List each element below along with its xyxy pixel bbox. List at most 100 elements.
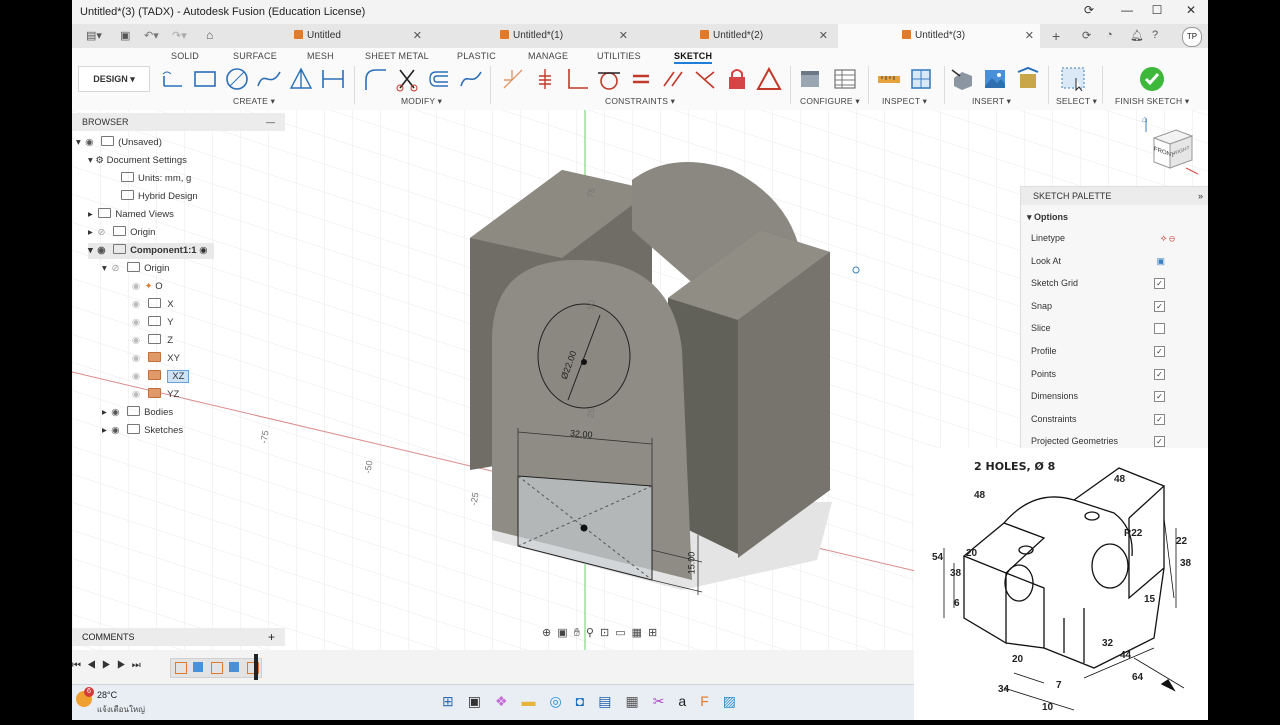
table-icon[interactable] [832, 66, 858, 92]
tree-units[interactable]: Units: mm, g [118, 171, 191, 187]
snipping-tool-icon[interactable]: ✂ [653, 693, 679, 709]
tree-document-settings[interactable]: ▾ ⚙ Document Settings [88, 153, 187, 169]
close-tab-icon[interactable]: ✕ [413, 24, 422, 48]
palette-row-snap[interactable]: Snap ✓ [1031, 295, 1201, 317]
eye-icon[interactable]: ◉ [130, 351, 142, 367]
inspect-group-label[interactable]: INSPECT ▾ [882, 96, 927, 107]
eye-icon[interactable]: ◉ [95, 243, 107, 259]
eye-icon[interactable]: ◉ [83, 135, 95, 151]
new-tab-icon[interactable]: + [1052, 28, 1060, 44]
close-tab-icon[interactable]: ✕ [819, 24, 828, 48]
eye-hidden-icon[interactable]: ⊘ [95, 225, 107, 241]
tree-z-axis[interactable]: ◉ Z [130, 333, 173, 349]
checkbox[interactable]: ✓ [1154, 436, 1165, 448]
eye-icon[interactable]: ◉ [130, 387, 142, 403]
eye-icon[interactable]: ◉ [130, 369, 142, 385]
tree-sketches[interactable]: ▸ ◉ Sketches [102, 423, 183, 439]
look-at-icon[interactable]: ▣ [557, 627, 573, 639]
expand-arrow-icon[interactable]: ▸ [102, 407, 107, 418]
fix-lock-icon[interactable] [724, 66, 750, 92]
checkbox[interactable]: ✓ [1154, 300, 1165, 312]
tab-manage[interactable]: MANAGE [528, 51, 568, 61]
store-icon[interactable]: ▤ [598, 693, 625, 709]
select-group-label[interactable]: SELECT ▾ [1056, 96, 1097, 107]
palette-row-slice[interactable]: Slice [1031, 317, 1201, 339]
select-window-icon[interactable] [1060, 66, 1086, 92]
calculator-icon[interactable]: ▦ [625, 693, 652, 709]
tree-xy-plane[interactable]: ◉ XY [130, 351, 180, 367]
timeline-extrude-icon[interactable] [193, 662, 203, 672]
eye-icon[interactable]: ◉ [130, 279, 142, 295]
save-icon[interactable]: ▣ [120, 29, 130, 42]
tree-component[interactable]: ▾ ◉ Component1:1 ◉ [88, 243, 214, 259]
triangle-construction-icon[interactable] [288, 66, 314, 92]
palette-row-look-at[interactable]: Look At ▣ [1031, 250, 1201, 272]
windows-start-icon[interactable]: ⊞ [442, 693, 468, 709]
tab-plastic[interactable]: PLASTIC [457, 51, 496, 61]
circle-icon[interactable] [224, 66, 250, 92]
collapse-arrow-icon[interactable]: ▾ [88, 245, 93, 256]
checkbox[interactable]: ✓ [1154, 413, 1165, 425]
palette-row-linetype[interactable]: Linetype ⟡ ⊖ [1031, 227, 1201, 249]
dimension-width-label[interactable]: 32.00 [570, 428, 593, 440]
amazon-icon[interactable]: a [678, 693, 700, 709]
parallel-icon[interactable] [660, 66, 686, 92]
edge-browser-icon[interactable]: ◎ [550, 693, 576, 709]
view-cube-graphic[interactable] [1142, 118, 1202, 178]
eye-icon[interactable]: ◉ [130, 315, 142, 331]
go-to-start-icon[interactable]: ⏮ [72, 660, 87, 671]
line-icon[interactable] [160, 66, 186, 92]
grid-settings-icon[interactable]: ▦ [632, 627, 648, 639]
insert-image-icon[interactable] [982, 66, 1008, 92]
insert-group-label[interactable]: INSERT ▾ [972, 96, 1011, 107]
spline-icon[interactable] [256, 66, 282, 92]
fusion-app-icon[interactable]: F [700, 693, 723, 709]
tree-bodies[interactable]: ▸ ◉ Bodies [102, 405, 173, 421]
viewports-icon[interactable]: ⊞ [648, 627, 663, 639]
tab-utilities[interactable]: UTILITIES [597, 51, 641, 61]
workspace-switcher[interactable]: DESIGN ▾ [78, 66, 150, 92]
timeline-sketch-icon[interactable] [211, 662, 223, 674]
tab-mesh[interactable]: MESH [307, 51, 334, 61]
sketch-dimension-icon[interactable] [320, 66, 346, 92]
tree-named-views[interactable]: ▸ Named Views [88, 207, 174, 223]
perpendicular-icon[interactable] [564, 66, 590, 92]
modify-group-label[interactable]: MODIFY ▾ [401, 96, 442, 107]
create-group-label[interactable]: CREATE ▾ [233, 96, 275, 107]
tab-sketch[interactable]: SKETCH [674, 51, 713, 64]
collapse-arrow-icon[interactable]: ▾ [102, 263, 107, 274]
add-comment-icon[interactable]: + [268, 628, 275, 646]
undo-icon[interactable]: ↶▾ [144, 29, 159, 42]
close-tab-icon[interactable]: ✕ [619, 24, 628, 48]
step-back-icon[interactable]: ◀ [87, 660, 102, 671]
palette-row-constraints[interactable]: Constraints ✓ [1031, 408, 1201, 430]
timeline-sketch-icon[interactable] [175, 662, 187, 674]
tree-design-type[interactable]: Hybrid Design [118, 189, 198, 205]
tab-untitled-3[interactable]: Untitled*(3) ✕ [838, 24, 1040, 48]
collapse-arrow-icon[interactable]: ▾ [76, 137, 81, 148]
temperature-label[interactable]: 28°C [97, 690, 117, 700]
job-status-icon[interactable]: ◔ [1106, 29, 1113, 41]
eye-hidden-icon[interactable]: ⊘ [109, 261, 121, 277]
file-menu-icon[interactable]: ▤▾ [86, 29, 102, 42]
horizontal-vertical-icon[interactable] [500, 66, 526, 92]
eye-icon[interactable]: ◉ [130, 297, 142, 313]
orbit-icon[interactable]: ⊕ [542, 627, 557, 639]
constraints-group-label[interactable]: CONSTRAINTS ▾ [605, 96, 675, 107]
collapse-browser-icon[interactable]: — [266, 113, 275, 131]
finish-sketch-check-icon[interactable] [1138, 65, 1166, 93]
insert-derive-icon[interactable] [950, 66, 976, 92]
close-tab-icon[interactable]: ✕ [1025, 24, 1034, 48]
tab-untitled-1[interactable]: Untitled*(1) ✕ [500, 24, 634, 48]
insert-mesh-icon[interactable] [1014, 66, 1040, 92]
extensions-icon[interactable]: ⟳ [1082, 29, 1091, 42]
weather-location-label[interactable]: แจ้งเตือนใหญ่ [97, 703, 145, 716]
measure-icon[interactable] [876, 66, 902, 92]
home-view-icon[interactable]: ⌂ [1142, 114, 1147, 124]
tab-untitled[interactable]: Untitled ✕ [294, 24, 428, 48]
look-at-icon[interactable]: ▣ [1156, 250, 1165, 272]
display-settings-icon[interactable]: ▭ [615, 627, 631, 639]
checkbox[interactable]: ✓ [1154, 346, 1165, 357]
zoom-icon[interactable]: ⚲ [586, 627, 600, 639]
expand-arrow-icon[interactable]: ▸ [88, 227, 93, 238]
